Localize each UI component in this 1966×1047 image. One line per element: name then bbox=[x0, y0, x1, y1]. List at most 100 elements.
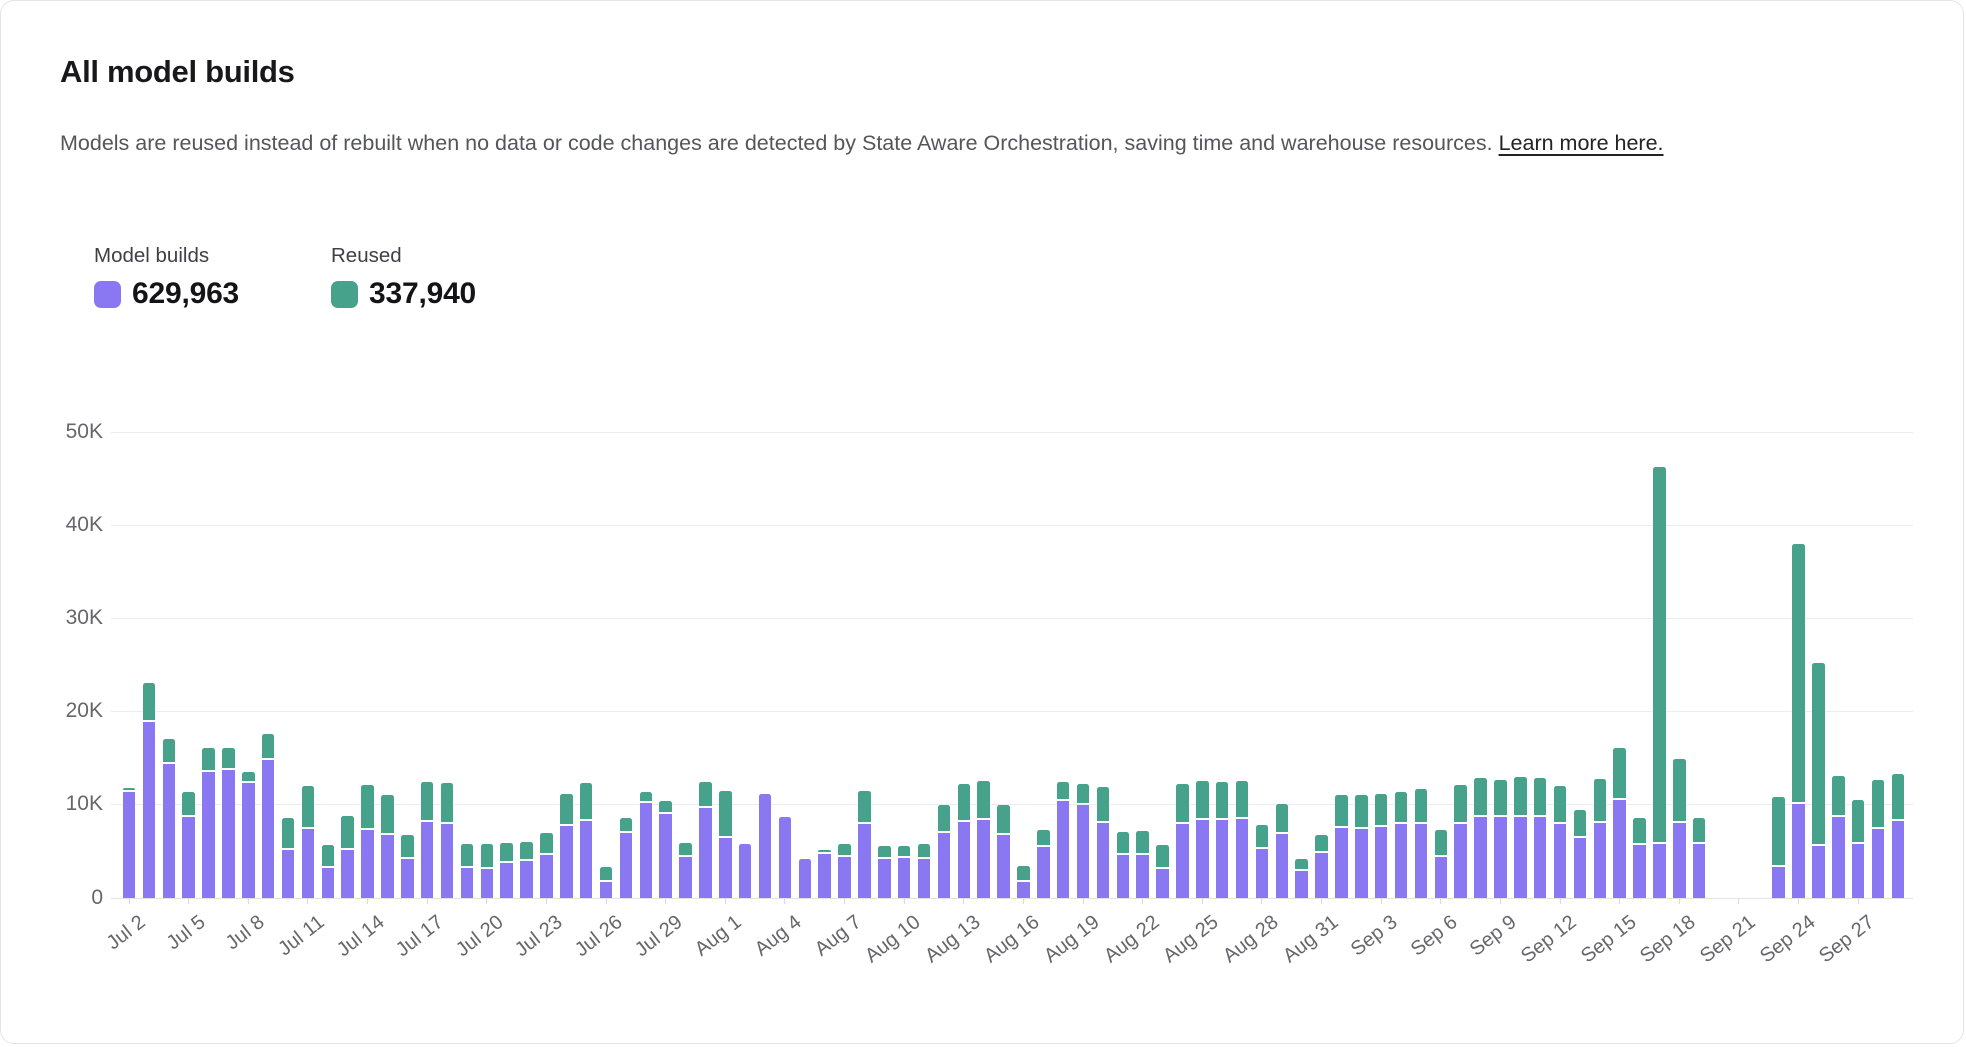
bar-segment-reused[interactable] bbox=[580, 783, 593, 819]
bar-segment-reused[interactable] bbox=[1156, 845, 1169, 866]
bar-segment-model-builds[interactable] bbox=[818, 854, 831, 898]
bar-segment-model-builds[interactable] bbox=[1236, 819, 1249, 897]
bar-segment-model-builds[interactable] bbox=[1474, 817, 1487, 897]
bar-segment-model-builds[interactable] bbox=[302, 829, 315, 898]
bar-segment-model-builds[interactable] bbox=[222, 770, 235, 898]
bar-segment-reused[interactable] bbox=[1554, 786, 1567, 822]
bar-segment-reused[interactable] bbox=[1176, 784, 1189, 822]
bar-segment-model-builds[interactable] bbox=[1454, 824, 1467, 898]
bar-segment-model-builds[interactable] bbox=[1812, 846, 1825, 897]
bar-segment-model-builds[interactable] bbox=[659, 814, 672, 898]
bar-segment-reused[interactable] bbox=[1872, 780, 1885, 826]
bar-segment-model-builds[interactable] bbox=[938, 833, 951, 897]
bar-segment-model-builds[interactable] bbox=[1872, 829, 1885, 898]
bar-segment-reused[interactable] bbox=[659, 801, 672, 812]
bar-segment-model-builds[interactable] bbox=[1594, 823, 1607, 898]
bar-segment-reused[interactable] bbox=[1037, 830, 1050, 846]
bar-segment-reused[interactable] bbox=[1852, 800, 1865, 842]
bar-segment-reused[interactable] bbox=[182, 792, 195, 815]
bar-segment-model-builds[interactable] bbox=[1395, 824, 1408, 898]
bar-segment-model-builds[interactable] bbox=[997, 835, 1010, 897]
bar-segment-model-builds[interactable] bbox=[1156, 869, 1169, 898]
bar-segment-model-builds[interactable] bbox=[1037, 847, 1050, 897]
bar-segment-model-builds[interactable] bbox=[958, 822, 971, 897]
bar-segment-model-builds[interactable] bbox=[1375, 827, 1388, 898]
bar-segment-reused[interactable] bbox=[282, 818, 295, 848]
bar-segment-reused[interactable] bbox=[540, 833, 553, 852]
bar-segment-reused[interactable] bbox=[322, 845, 335, 865]
bar-segment-model-builds[interactable] bbox=[1315, 853, 1328, 898]
bar-segment-reused[interactable] bbox=[1355, 795, 1368, 827]
bar-segment-model-builds[interactable] bbox=[759, 794, 772, 897]
bar-segment-reused[interactable] bbox=[1395, 792, 1408, 822]
bar-segment-reused[interactable] bbox=[620, 818, 633, 831]
bar-segment-reused[interactable] bbox=[1772, 797, 1785, 865]
bar-segment-model-builds[interactable] bbox=[1415, 824, 1428, 898]
bar-segment-model-builds[interactable] bbox=[500, 863, 513, 897]
bar-segment-reused[interactable] bbox=[1653, 467, 1666, 842]
bar-segment-reused[interactable] bbox=[1216, 782, 1229, 818]
bar-segment-model-builds[interactable] bbox=[520, 861, 533, 897]
bar-segment-model-builds[interactable] bbox=[282, 850, 295, 898]
bar-segment-reused[interactable] bbox=[679, 843, 692, 855]
bar-segment-model-builds[interactable] bbox=[1276, 834, 1289, 897]
bar-segment-reused[interactable] bbox=[381, 795, 394, 833]
bar-segment-model-builds[interactable] bbox=[202, 772, 215, 898]
bar-segment-model-builds[interactable] bbox=[1176, 824, 1189, 898]
bar-segment-model-builds[interactable] bbox=[1435, 857, 1448, 898]
bar-segment-model-builds[interactable] bbox=[719, 838, 732, 898]
bar-segment-reused[interactable] bbox=[1136, 831, 1149, 852]
bar-segment-reused[interactable] bbox=[421, 782, 434, 820]
bar-segment-model-builds[interactable] bbox=[739, 844, 752, 898]
bar-segment-model-builds[interactable] bbox=[1077, 805, 1090, 897]
bar-segment-model-builds[interactable] bbox=[1613, 800, 1626, 898]
bar-segment-model-builds[interactable] bbox=[1256, 849, 1269, 897]
bar-segment-reused[interactable] bbox=[341, 816, 354, 848]
bar-segment-reused[interactable] bbox=[918, 844, 931, 858]
bar-segment-model-builds[interactable] bbox=[977, 820, 990, 897]
bar-segment-reused[interactable] bbox=[1574, 810, 1587, 836]
bar-segment-model-builds[interactable] bbox=[878, 859, 891, 897]
bar-segment-reused[interactable] bbox=[262, 734, 275, 758]
bar-segment-reused[interactable] bbox=[560, 794, 573, 824]
bar-segment-reused[interactable] bbox=[1057, 782, 1070, 799]
bar-segment-reused[interactable] bbox=[1633, 818, 1646, 843]
bar-segment-model-builds[interactable] bbox=[679, 857, 692, 898]
bar-segment-reused[interactable] bbox=[838, 844, 851, 855]
bar-segment-reused[interactable] bbox=[1514, 777, 1527, 815]
bar-segment-model-builds[interactable] bbox=[779, 817, 792, 898]
bar-segment-reused[interactable] bbox=[719, 791, 732, 836]
bar-segment-model-builds[interactable] bbox=[123, 792, 136, 897]
bar-segment-model-builds[interactable] bbox=[1355, 829, 1368, 898]
bar-segment-model-builds[interactable] bbox=[600, 882, 613, 898]
bar-segment-reused[interactable] bbox=[1256, 825, 1269, 847]
bar-segment-reused[interactable] bbox=[1474, 778, 1487, 815]
bar-segment-reused[interactable] bbox=[302, 786, 315, 827]
bar-segment-reused[interactable] bbox=[1017, 866, 1030, 880]
bar-segment-model-builds[interactable] bbox=[1097, 823, 1110, 898]
bar-segment-reused[interactable] bbox=[222, 748, 235, 767]
bar-segment-model-builds[interactable] bbox=[898, 858, 911, 897]
bar-segment-model-builds[interactable] bbox=[242, 783, 255, 898]
bar-segment-reused[interactable] bbox=[1097, 787, 1110, 821]
bar-segment-model-builds[interactable] bbox=[1216, 820, 1229, 897]
bar-segment-reused[interactable] bbox=[500, 843, 513, 862]
bar-segment-model-builds[interactable] bbox=[1117, 855, 1130, 898]
bar-segment-reused[interactable] bbox=[1335, 795, 1348, 826]
bar-segment-reused[interactable] bbox=[1415, 789, 1428, 821]
bar-segment-model-builds[interactable] bbox=[699, 808, 712, 897]
bar-segment-model-builds[interactable] bbox=[163, 764, 176, 897]
bar-segment-model-builds[interactable] bbox=[262, 760, 275, 898]
bar-segment-reused[interactable] bbox=[361, 785, 374, 828]
bar-segment-model-builds[interactable] bbox=[1017, 882, 1030, 898]
bar-segment-reused[interactable] bbox=[1375, 794, 1388, 825]
bar-segment-model-builds[interactable] bbox=[560, 826, 573, 898]
bar-segment-reused[interactable] bbox=[143, 683, 156, 720]
bar-segment-model-builds[interactable] bbox=[1494, 817, 1507, 897]
bar-segment-reused[interactable] bbox=[938, 805, 951, 831]
bar-segment-model-builds[interactable] bbox=[361, 830, 374, 898]
bar-segment-model-builds[interactable] bbox=[1792, 804, 1805, 897]
bar-segment-model-builds[interactable] bbox=[580, 821, 593, 897]
bar-segment-model-builds[interactable] bbox=[441, 824, 454, 898]
bar-segment-reused[interactable] bbox=[1236, 781, 1249, 817]
